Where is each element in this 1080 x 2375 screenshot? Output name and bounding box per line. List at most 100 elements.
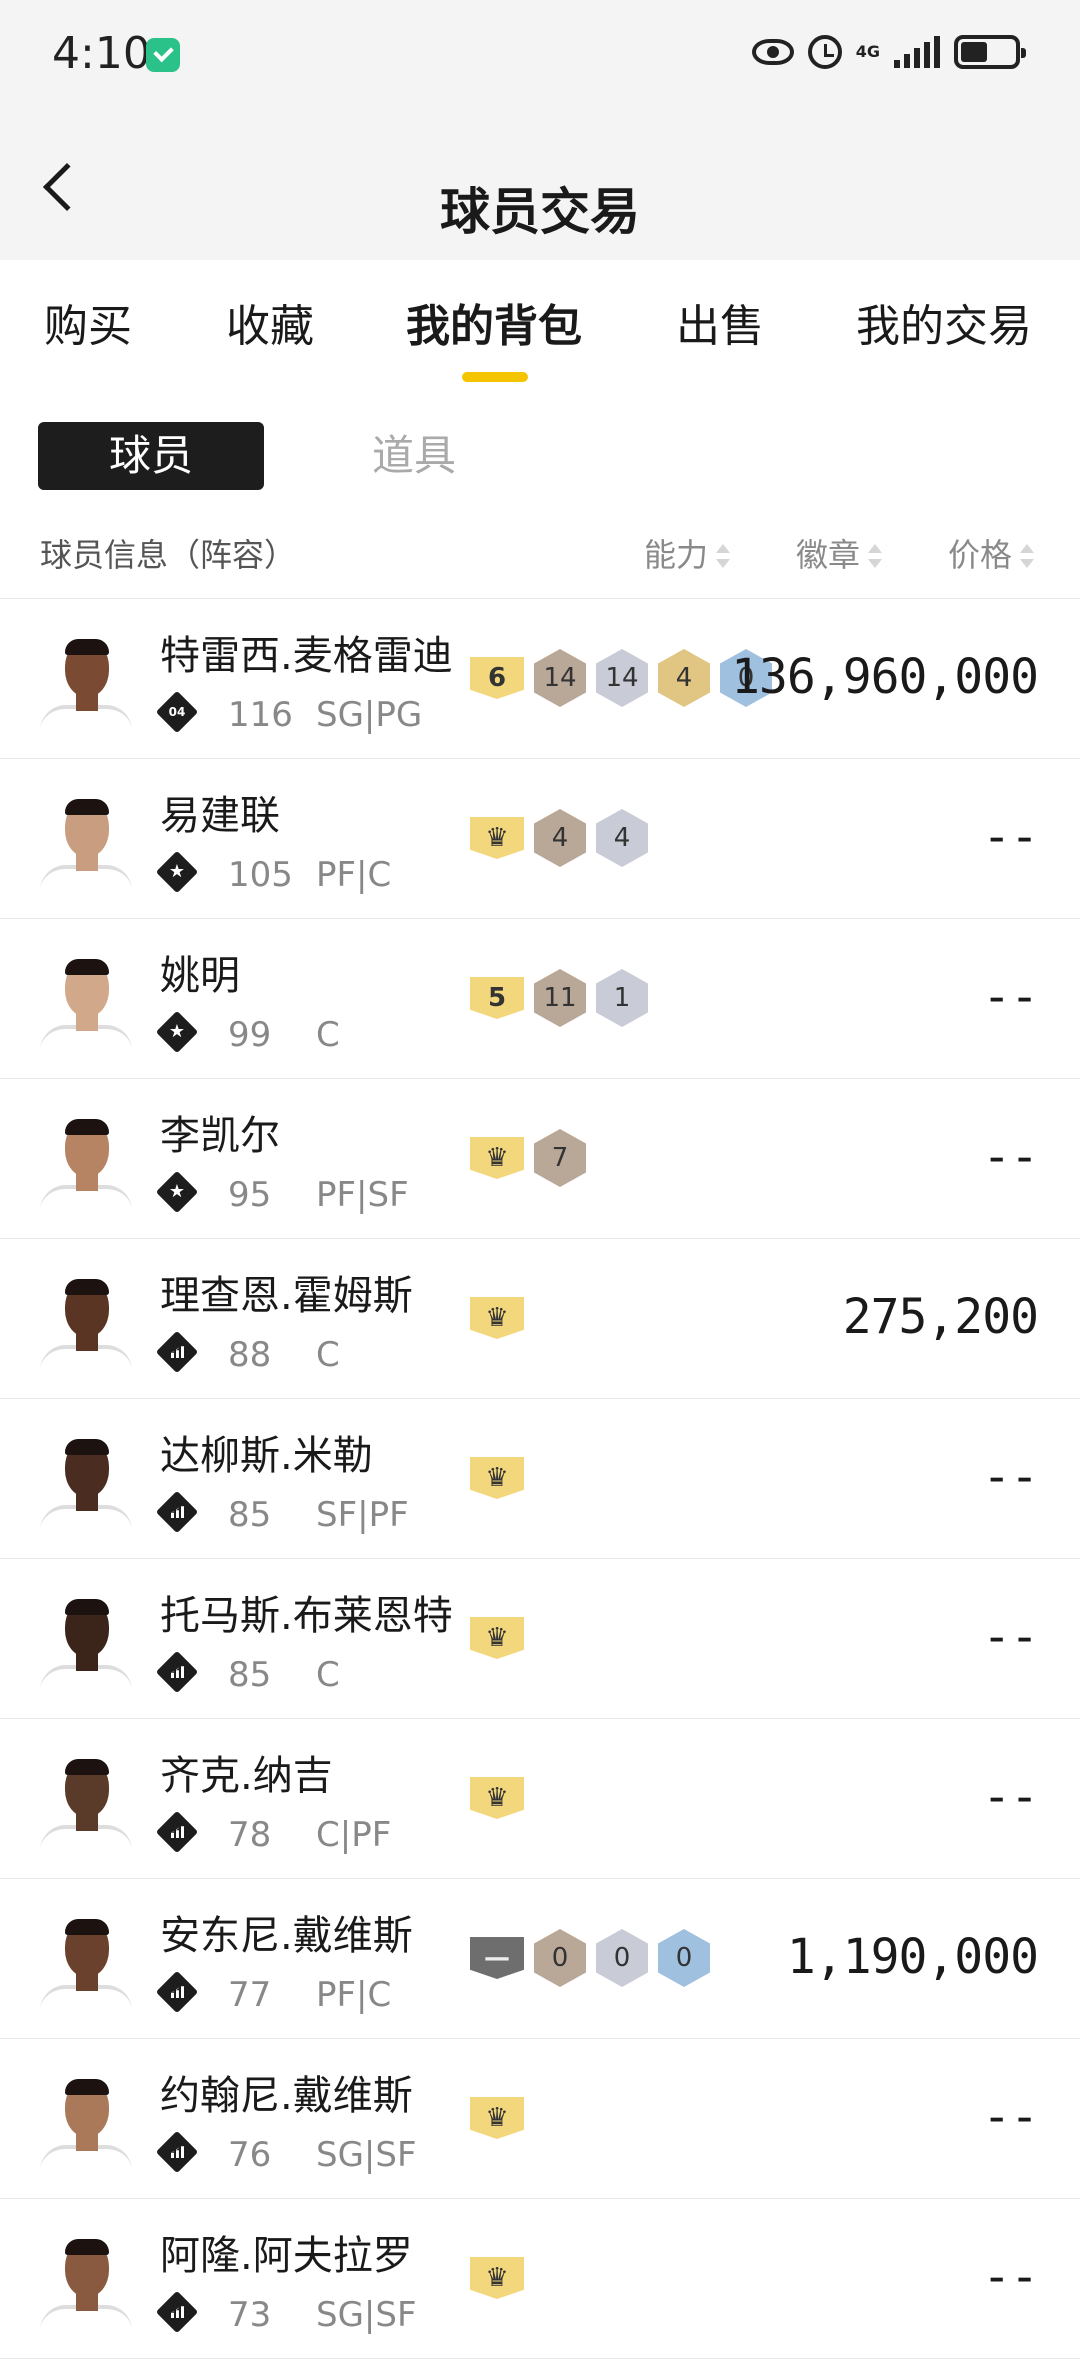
player-price: --: [982, 1609, 1039, 1665]
sort-badges[interactable]: 徽章: [796, 530, 883, 576]
level-badge: 5: [470, 977, 524, 1019]
player-name: 阿隆.阿夫拉罗: [160, 2233, 413, 2279]
tab-my-bag[interactable]: 我的背包: [406, 290, 582, 354]
player-rating: 85: [228, 1495, 272, 1535]
player-rating: 105: [228, 855, 293, 895]
badge-group: 5 11 1: [470, 969, 648, 1027]
sort-price[interactable]: 价格: [948, 530, 1035, 576]
main-tabs: 购买 收藏 我的背包 出售 我的交易: [0, 290, 1080, 390]
crown-icon: ♛: [470, 1777, 524, 1819]
bars-tier-icon: [155, 1810, 199, 1854]
player-row[interactable]: 特雷西.麦格雷迪 04 116 SG|PG 6 14 14 4 0 136,960,00…: [0, 599, 1080, 759]
player-rating: 116: [228, 695, 293, 735]
tab-sell[interactable]: 出售: [676, 290, 764, 354]
player-price: --: [982, 1449, 1039, 1505]
sort-icon: [1020, 544, 1035, 570]
player-row[interactable]: 达柳斯.米勒 85 SF|PF ♛ --: [0, 1399, 1080, 1559]
player-rating: 88: [228, 1335, 272, 1375]
hair: [65, 799, 109, 815]
player-row[interactable]: 李凯尔 95 PF|SF ♛7 --: [0, 1079, 1080, 1239]
player-name: 托马斯.布莱恩特: [160, 1593, 453, 1639]
player-position: PF|C: [316, 855, 392, 895]
player-price: 1,190,000: [786, 1929, 1039, 1985]
tier-glyph: [166, 1181, 188, 1203]
hair: [65, 1599, 109, 1615]
tier-glyph: [166, 2141, 188, 2163]
player-price: 136,960,000: [731, 649, 1039, 705]
badge-hex: 14: [534, 649, 586, 707]
player-row[interactable]: 约翰尼.戴维斯 76 SG|SF ♛ --: [0, 2039, 1080, 2199]
player-row[interactable]: 托马斯.布莱恩特 85 C ♛ --: [0, 1559, 1080, 1719]
player-rating: 76: [228, 2135, 272, 2175]
tab-favorites[interactable]: 收藏: [226, 290, 314, 354]
player-row[interactable]: 齐克.纳吉 78 C|PF ♛ --: [0, 1719, 1080, 1879]
tier-glyph: [166, 1981, 188, 2003]
badge-group: ♛ 7: [470, 1129, 586, 1187]
hair: [65, 2079, 109, 2095]
badge-group: ♛: [470, 1289, 524, 1347]
badge-hex: 4: [534, 809, 586, 867]
tier-glyph: [166, 2301, 188, 2323]
crown-icon: ♛: [470, 1297, 524, 1339]
hair: [65, 639, 109, 655]
player-position: SG|SF: [316, 2295, 417, 2335]
crown-icon: ♛: [470, 1457, 524, 1499]
player-avatar: [38, 945, 134, 1061]
player-rating: 85: [228, 1655, 272, 1695]
hair: [65, 1279, 109, 1295]
player-position: C|PF: [316, 1815, 392, 1855]
tier-glyph: [166, 1501, 188, 1523]
player-avatar: [38, 2225, 134, 2341]
player-row[interactable]: 易建联 105 PF|C ♛44 --: [0, 759, 1080, 919]
player-price: --: [982, 2089, 1039, 2145]
badge-hex: 1: [596, 969, 648, 1027]
crown-icon: ♛: [470, 2257, 524, 2299]
page-header: 球员交易: [0, 110, 1080, 260]
player-name: 易建联: [160, 793, 280, 839]
tier-glyph: [166, 1021, 188, 1043]
crown-icon: ♛: [470, 817, 524, 859]
tab-buy[interactable]: 购买: [44, 290, 132, 354]
bars-tier-icon: [155, 1490, 199, 1534]
segment-players[interactable]: 球员: [38, 422, 264, 490]
bars-tier-icon: [155, 1650, 199, 1694]
hair: [65, 959, 109, 975]
bars-tier-icon: [155, 2290, 199, 2334]
star-tier-icon: [155, 1170, 199, 1214]
badge-hex: 11: [534, 969, 586, 1027]
bars-tier-icon: [155, 2130, 199, 2174]
sort-ability[interactable]: 能力: [644, 530, 731, 576]
player-rating: 78: [228, 1815, 272, 1855]
tier-glyph: [166, 1821, 188, 1843]
badge-group: ♛: [470, 1609, 524, 1667]
alarm-icon: [807, 35, 842, 69]
badge-group: ♛ 4 4: [470, 809, 648, 867]
badge-group: ♛: [470, 2089, 524, 2147]
badge-hex: 7: [534, 1129, 586, 1187]
tab-my-trades[interactable]: 我的交易: [856, 290, 1032, 354]
player-name: 理查恩.霍姆斯: [160, 1273, 413, 1319]
active-tab-indicator: [462, 372, 528, 382]
player-row[interactable]: 姚明 99 C 5111 --: [0, 919, 1080, 1079]
player-position: SG|PG: [316, 695, 423, 735]
segment-items[interactable]: 道具: [372, 422, 472, 490]
player-avatar: [38, 1585, 134, 1701]
level-badge: —: [470, 1937, 524, 1979]
player-price: --: [982, 1769, 1039, 1825]
player-avatar: [38, 1425, 134, 1541]
status-bar: 4:10 4G: [0, 0, 1080, 110]
crown-icon: ♛: [470, 2097, 524, 2139]
star-tier-icon: [155, 1010, 199, 1054]
player-name: 特雷西.麦格雷迪: [160, 633, 453, 679]
player-row[interactable]: 阿隆.阿夫拉罗 73 SG|SF ♛ --: [0, 2199, 1080, 2359]
player-position: C: [316, 1335, 340, 1375]
player-row[interactable]: 安东尼.戴维斯 77 PF|C —0 0 0 1,190,000: [0, 1879, 1080, 2039]
player-avatar: [38, 2065, 134, 2181]
tier-glyph: [166, 861, 188, 883]
player-rating: 73: [228, 2295, 272, 2335]
sort-icon: [716, 544, 731, 570]
column-ability-label: 能力: [644, 536, 709, 574]
player-position: PF|SF: [316, 1175, 409, 1215]
crown-icon: ♛: [470, 1617, 524, 1659]
player-row[interactable]: 理查恩.霍姆斯 88 C ♛ 275,200: [0, 1239, 1080, 1399]
